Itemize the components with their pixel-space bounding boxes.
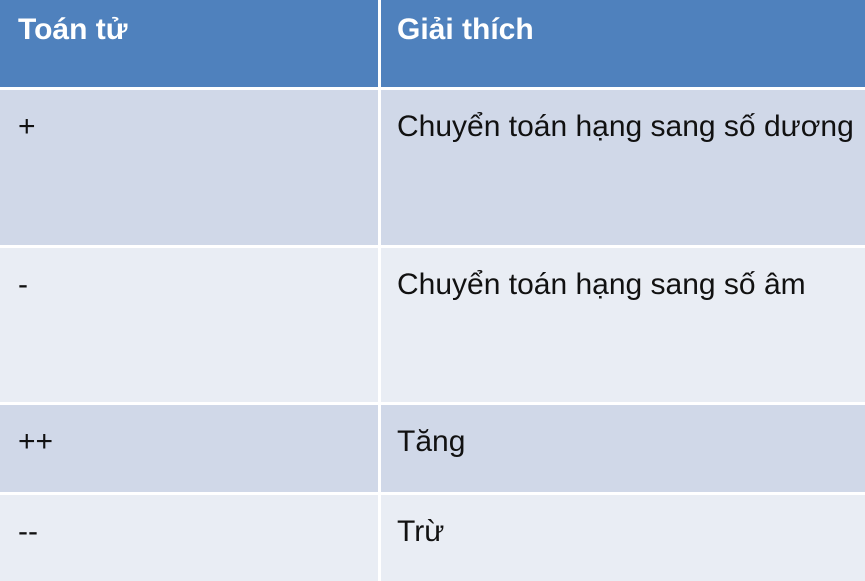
table-row: ++ Tăng (0, 405, 865, 492)
table-row: - Chuyển toán hạng sang số âm (0, 248, 865, 402)
header-explanation: Giải thích (381, 0, 865, 87)
header-operator: Toán tử (0, 0, 378, 87)
operator-cell: ++ (0, 405, 378, 492)
table-row: + Chuyển toán hạng sang số dương (0, 90, 865, 245)
operator-table: Toán tử Giải thích + Chuyển toán hạng sa… (0, 0, 865, 581)
explanation-cell: Chuyển toán hạng sang số âm (381, 248, 865, 402)
explanation-cell: Tăng (381, 405, 865, 492)
table-row: -- Trừ (0, 495, 865, 581)
explanation-cell: Trừ (381, 495, 865, 581)
operator-cell: -- (0, 495, 378, 581)
explanation-cell: Chuyển toán hạng sang số dương (381, 90, 865, 245)
operator-cell: + (0, 90, 378, 245)
operator-cell: - (0, 248, 378, 402)
table-header-row: Toán tử Giải thích (0, 0, 865, 87)
